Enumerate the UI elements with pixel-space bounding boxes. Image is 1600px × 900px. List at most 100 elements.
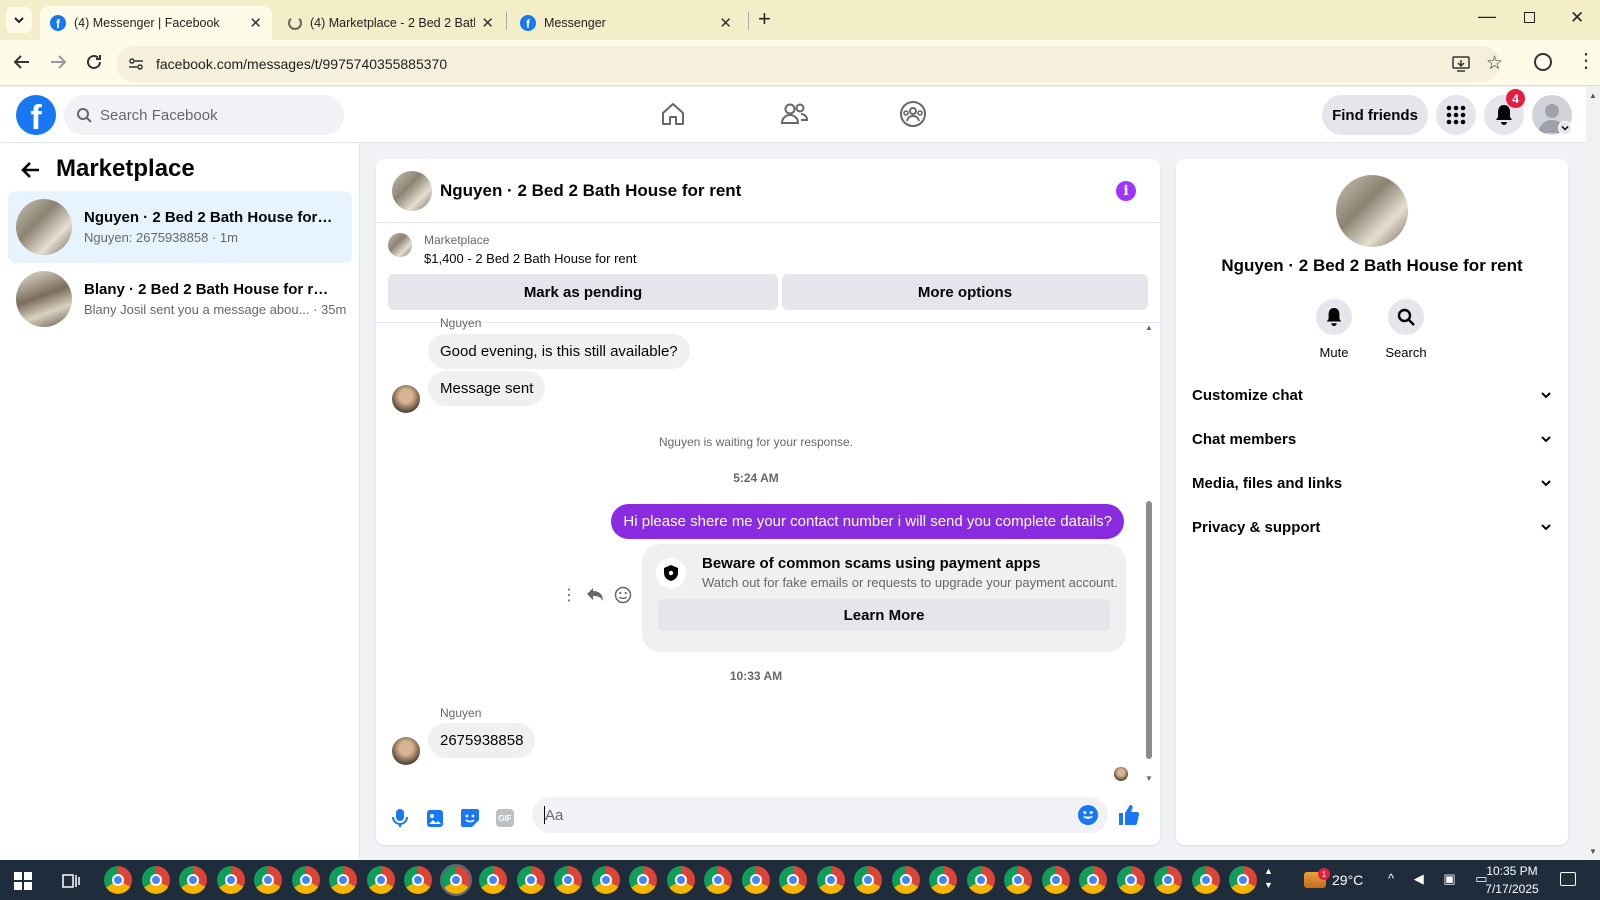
listing-title[interactable]: $1,400 - 2 Bed 2 Bath House for rent [424,251,636,266]
react-emoji-icon[interactable] [614,586,632,604]
search-in-conversation-button[interactable] [1388,299,1424,335]
chrome-app-icon[interactable] [816,866,845,894]
chrome-app-icon[interactable] [366,866,395,894]
chat-scrollbar[interactable]: ▲ ▼ [1144,323,1154,783]
chrome-app-icon[interactable] [929,866,957,894]
incoming-message[interactable]: 2675938858 [428,723,536,758]
chat-title[interactable]: Nguyen · 2 Bed 2 Bath House for rent [440,181,741,201]
chrome-app-icon[interactable] [104,866,132,894]
browser-menu-icon[interactable]: ⋮ [1576,48,1596,74]
chrome-app-icon[interactable] [516,866,545,894]
privacy-support-section[interactable]: Privacy & support [1192,507,1552,547]
chrome-app-icon[interactable] [629,866,657,894]
minimize-window-button[interactable]: — [1478,6,1496,27]
incoming-message[interactable]: Message sent [428,371,546,406]
nav-groups-button[interactable] [899,100,927,128]
weather-temperature[interactable]: 29°C [1332,872,1363,888]
listing-thumbnail[interactable] [388,233,412,257]
learn-more-button[interactable]: Learn More [658,599,1110,631]
chrome-app-icon[interactable] [666,866,695,894]
profile-icon[interactable] [1534,53,1552,71]
tab-marketplace[interactable]: (4) Marketplace - 2 Bed 2 Bath H ✕ [278,6,504,40]
customize-chat-section[interactable]: Customize chat [1192,375,1552,415]
reload-button[interactable] [84,52,104,72]
more-options-button[interactable]: More options [782,274,1148,310]
install-app-icon[interactable] [1452,55,1470,73]
chrome-app-icon[interactable] [479,866,507,894]
chrome-app-icon[interactable] [404,866,432,894]
close-tab-icon[interactable]: ✕ [719,14,732,32]
reply-icon[interactable] [586,587,604,603]
chrome-app-icon[interactable] [779,866,807,894]
voice-clip-icon[interactable] [392,808,408,828]
find-friends-button[interactable]: Find friends [1322,95,1428,135]
close-tab-icon[interactable]: ✕ [481,14,494,32]
attach-photo-icon[interactable] [426,808,444,828]
chrome-app-icon[interactable] [291,866,320,894]
message-input[interactable]: Aa [532,797,1108,833]
search-facebook-input[interactable]: Search Facebook [64,95,344,135]
taskbar-scroll[interactable]: ▲ ▼ [1264,864,1273,892]
url-field[interactable]: facebook.com/messages/t/9975740355885370… [116,46,1503,82]
restore-window-button[interactable] [1524,12,1535,23]
chrome-app-icon[interactable] [966,866,995,894]
chrome-app-icon[interactable] [1079,866,1107,894]
message-more-icon[interactable]: ⋮ [561,585,577,605]
chrome-app-icon[interactable] [329,866,357,894]
tab-messenger[interactable]: f Messenger ✕ [510,6,742,40]
chrome-app-icon[interactable] [1116,866,1145,894]
action-center-icon[interactable] [1560,872,1576,886]
media-files-links-section[interactable]: Media, files and links [1192,463,1552,503]
page-scrollbar[interactable]: ▲ ▼ [1586,87,1600,860]
sticker-icon[interactable] [460,808,480,828]
chrome-app-icon[interactable] [1191,866,1220,894]
back-button[interactable] [12,52,32,72]
chrome-app-icon[interactable] [704,866,732,894]
mute-button[interactable] [1316,299,1352,335]
send-like-button[interactable] [1118,804,1140,826]
scam-warning-body: Watch out for fake emails or requests to… [702,575,1118,590]
tab-messenger-facebook[interactable]: f (4) Messenger | Facebook ✕ [40,6,272,40]
chrome-app-icon[interactable] [216,866,245,894]
emoji-picker-icon[interactable] [1078,805,1098,825]
details-avatar[interactable] [1336,175,1408,247]
outgoing-message[interactable]: Hi please shere me your contact number i… [611,504,1124,539]
site-info-icon[interactable] [128,56,144,72]
chrome-app-icon[interactable] [179,866,207,894]
conversation-info-button[interactable]: i [1116,181,1136,201]
chrome-app-icon[interactable] [854,866,882,894]
facebook-logo[interactable]: f [16,95,56,135]
chrome-app-icon[interactable] [1004,866,1032,894]
close-tab-icon[interactable]: ✕ [249,14,262,32]
conversation-item[interactable]: Nguyen · 2 Bed 2 Bath House for r... Ngu… [8,191,352,263]
chrome-app-icon[interactable] [1229,866,1257,894]
chrome-app-icon[interactable] [891,866,920,894]
nav-friends-button[interactable] [780,101,808,127]
nav-home-button[interactable] [660,101,686,127]
gif-icon[interactable]: GIF [496,809,514,827]
chrome-app-icon[interactable] [141,866,170,894]
new-tab-button[interactable]: + [758,6,771,32]
chrome-app-icon[interactable] [591,866,620,894]
clock-time[interactable]: 10:35 PM [1474,864,1550,878]
chrome-app-icon[interactable] [741,866,770,894]
chrome-app-icon[interactable] [254,866,282,894]
sender-avatar[interactable] [392,385,420,413]
close-window-button[interactable]: ✕ [1570,8,1584,28]
chrome-app-icon[interactable] [1154,866,1182,894]
chrome-app-icon[interactable] [554,866,582,894]
menu-button[interactable] [1436,95,1476,135]
incoming-message[interactable]: Good evening, is this still available? [428,334,690,369]
sender-avatar[interactable] [392,737,420,765]
bookmark-star-icon[interactable]: ☆ [1486,52,1503,75]
conversation-item[interactable]: Blany · 2 Bed 2 Bath House for rent Blan… [8,263,352,335]
forward-button[interactable] [48,52,68,72]
back-arrow-button[interactable] [20,159,42,181]
tab-search-button[interactable] [6,7,32,33]
mark-as-pending-button[interactable]: Mark as pending [388,274,778,310]
chat-avatar[interactable] [392,171,432,211]
chrome-app-icon[interactable] [1041,866,1070,894]
chat-members-section[interactable]: Chat members [1192,419,1552,459]
chrome-app-icon[interactable] [439,864,472,896]
clock-date[interactable]: 7/17/2025 [1474,882,1550,896]
